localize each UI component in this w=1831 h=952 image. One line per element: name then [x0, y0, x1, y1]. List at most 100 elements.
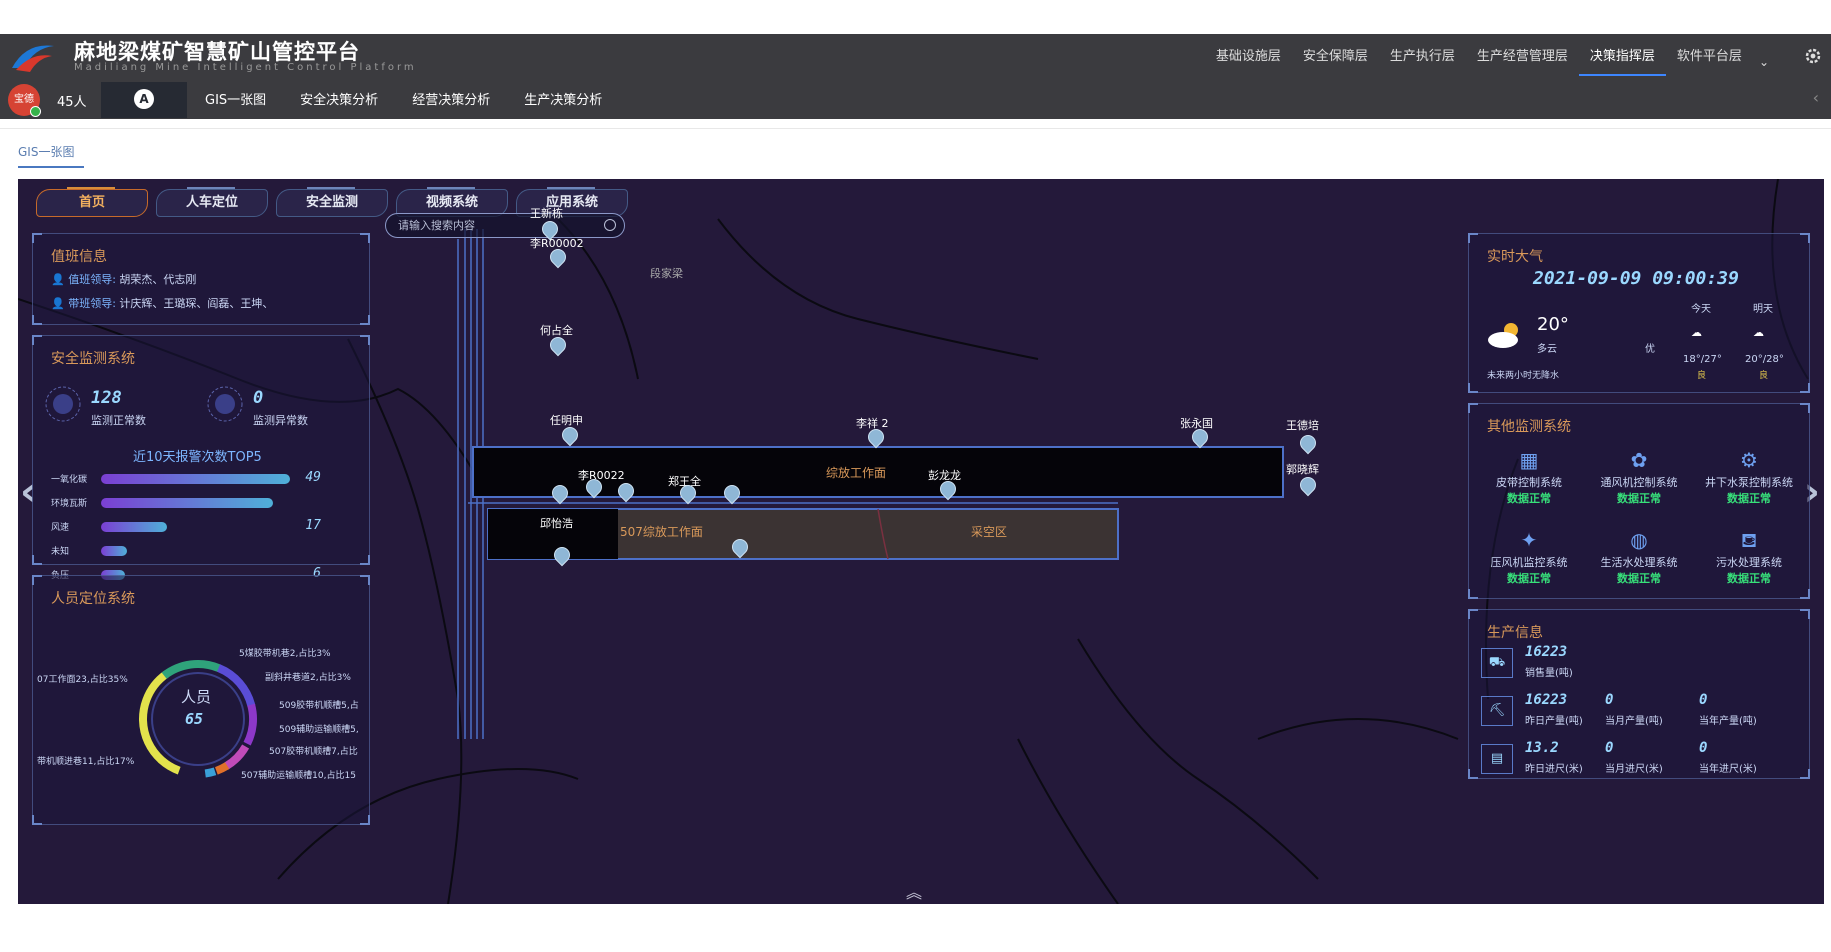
layer-tab-management[interactable]: 生产经营管理层	[1466, 48, 1579, 76]
person-pin-icon[interactable]	[554, 547, 568, 565]
safety-normal-label: 监测正常数	[91, 414, 146, 427]
system-name: 通风机控制系统	[1600, 476, 1678, 489]
person-pin-icon[interactable]	[552, 485, 566, 503]
system-status: 数据正常	[1727, 572, 1771, 585]
subtab-production[interactable]: 生产决策分析	[524, 89, 602, 108]
app-root: 麻地梁煤矿智慧矿山管控平台 Madiliang Mine Intelligent…	[0, 0, 1831, 952]
alarm-bar-name: 未知	[51, 547, 70, 557]
avatar[interactable]: 宝德	[8, 84, 41, 117]
safety-abnormal-label: 监测异常数	[253, 414, 308, 427]
system-card[interactable]: ◍ 生活水处理系统 数据正常	[1587, 528, 1691, 586]
system-name: 皮带控制系统	[1496, 476, 1562, 489]
mine-output-icon: ⛏	[1481, 696, 1513, 726]
personnel-item: 507胶带机顺槽7,占比	[269, 747, 358, 757]
person-label[interactable]: 李R0022	[578, 467, 625, 483]
year-out-label: 当年产量(吨)	[1699, 716, 1757, 727]
alarm-bar-name: 风速	[51, 523, 70, 533]
search-icon[interactable]	[604, 219, 616, 231]
alarm-bar-name: 环境瓦斯	[51, 499, 88, 509]
system-status: 数据正常	[1507, 492, 1551, 505]
layer-tab-decision[interactable]: 决策指挥层	[1578, 48, 1666, 76]
a-badge[interactable]: A	[101, 82, 187, 118]
yday-adv-label: 昨日进尺(米)	[1525, 764, 1583, 775]
person-label[interactable]: 郭晓辉	[1286, 461, 1319, 477]
person-pin-icon[interactable]	[562, 427, 576, 445]
alarm-bar-name: 一氧化碳	[51, 475, 88, 485]
map-nav-home[interactable]: 首页	[36, 187, 148, 217]
alarm-bar-value: 49	[305, 470, 321, 485]
system-card[interactable]: ✿ 通风机控制系统 数据正常	[1587, 448, 1691, 506]
shield-icon	[45, 386, 81, 422]
yday-out-value: 16223	[1525, 692, 1568, 708]
system-card[interactable]: ⚙ 井下水泵控制系统 数据正常	[1697, 448, 1801, 506]
person-label[interactable]: 任明申	[550, 412, 583, 428]
map-nav-safety[interactable]: 安全监测	[276, 187, 388, 217]
map-search-input[interactable]: 请输入搜索内容	[385, 213, 625, 238]
gear-icon[interactable]	[1803, 46, 1823, 66]
alarm-bar	[101, 498, 273, 508]
layer-tab-execution[interactable]: 生产执行层	[1379, 48, 1466, 76]
system-name: 生活水处理系统	[1600, 556, 1678, 569]
person-label[interactable]: 王新栋	[530, 205, 563, 221]
person-pin-icon[interactable]	[940, 481, 954, 499]
subtab-safety[interactable]: 安全决策分析	[300, 89, 378, 108]
search-placeholder: 请输入搜索内容	[398, 219, 475, 232]
yday-out-label: 昨日产量(吨)	[1525, 716, 1583, 727]
page-tab[interactable]: GIS一张图	[18, 143, 74, 160]
layer-tab-software[interactable]: 软件平台层	[1666, 48, 1753, 76]
today-range: 18°/27°	[1683, 354, 1722, 365]
person-pin-icon[interactable]	[868, 429, 882, 447]
system-card[interactable]: ⛾ 污水处理系统 数据正常	[1697, 528, 1801, 586]
system-name: 压风机监控系统	[1490, 556, 1568, 569]
truck-icon: ⛟	[1481, 648, 1513, 678]
subtab-business[interactable]: 经营决策分析	[412, 89, 490, 108]
system-icon: ▦	[1519, 448, 1539, 472]
production-title: 生产信息	[1487, 625, 1543, 641]
duty-leader-label: 值班领导:	[68, 273, 116, 286]
personnel-center-value: 65	[185, 710, 204, 728]
safety-abnormal-count: 0	[253, 388, 264, 408]
logo-icon	[12, 45, 54, 72]
system-card[interactable]: ✦ 压风机监控系统 数据正常	[1477, 528, 1581, 586]
person-pin-icon[interactable]	[550, 337, 564, 355]
tomorrow-label: 明天	[1753, 304, 1773, 315]
duty-panel: 值班信息 👤 值班领导: 胡荣杰、代志刚 👤 带班领导: 计庆辉、王璐琛、阎磊、…	[32, 233, 370, 325]
layer-tab-infrastructure[interactable]: 基础设施层	[1205, 48, 1292, 76]
app-subtitle: Madiliang Mine Intelligent Control Platf…	[74, 62, 417, 73]
chevron-left-icon[interactable]: ‹	[1813, 88, 1819, 107]
person-pin-icon[interactable]	[1300, 477, 1314, 495]
duty-leader-names: 胡荣杰、代志刚	[119, 273, 197, 286]
tomorrow-range: 20°/28°	[1745, 354, 1784, 365]
person-pin-icon[interactable]	[1300, 435, 1314, 453]
person-label[interactable]: 王德培	[1286, 417, 1319, 433]
production-panel: 生产信息 ⛟ 16223 销售量(吨) ⛏ 16223 昨日产量(吨) 0 当月…	[1468, 609, 1810, 779]
person-pin-icon[interactable]	[550, 249, 564, 267]
person-label[interactable]: 邱怡浩	[540, 515, 573, 531]
map-nav-positioning[interactable]: 人车定位	[156, 187, 268, 217]
gis-map[interactable]: 首页 人车定位 安全监测 视频系统 应用系统 请输入搜索内容 段家梁 综放工作面…	[18, 179, 1824, 904]
person-pin-icon[interactable]	[1192, 429, 1206, 447]
duty-shift-row: 👤 带班领导: 计庆辉、王璐琛、阎磊、王坤、	[51, 295, 273, 311]
chevron-down-icon[interactable]: ⌄	[1753, 55, 1775, 69]
year-out-value: 0	[1699, 692, 1708, 708]
alarm-bar	[101, 474, 290, 484]
person-pin-icon[interactable]	[680, 485, 694, 503]
person-pin-icon[interactable]	[724, 485, 738, 503]
alarm-bar-value: 17	[305, 518, 321, 533]
duty-leader-row: 👤 值班领导: 胡荣杰、代志刚	[51, 271, 196, 287]
cloudy-icon	[1488, 323, 1518, 348]
personnel-item: 带机顺进巷11,占比17%	[37, 757, 135, 767]
expand-up-icon[interactable]: ︽	[906, 879, 922, 903]
personnel-item: 07工作面23,占比35%	[37, 675, 128, 685]
place-label: 段家梁	[650, 267, 683, 280]
person-pin-icon[interactable]	[618, 483, 632, 501]
tab-divider	[0, 128, 1831, 129]
layer-tab-safety[interactable]: 安全保障层	[1292, 48, 1379, 76]
system-card[interactable]: ▦ 皮带控制系统 数据正常	[1477, 448, 1581, 506]
subtab-gis[interactable]: GIS一张图	[205, 89, 266, 108]
alarm-bar-row: 一氧化碳 49	[51, 470, 321, 486]
person-pin-icon[interactable]	[586, 479, 600, 497]
person-pin-icon[interactable]	[732, 539, 746, 557]
weather-aqi: 优	[1645, 344, 1655, 355]
sub-nav: GIS一张图 安全决策分析 经营决策分析 生产决策分析	[205, 89, 636, 108]
